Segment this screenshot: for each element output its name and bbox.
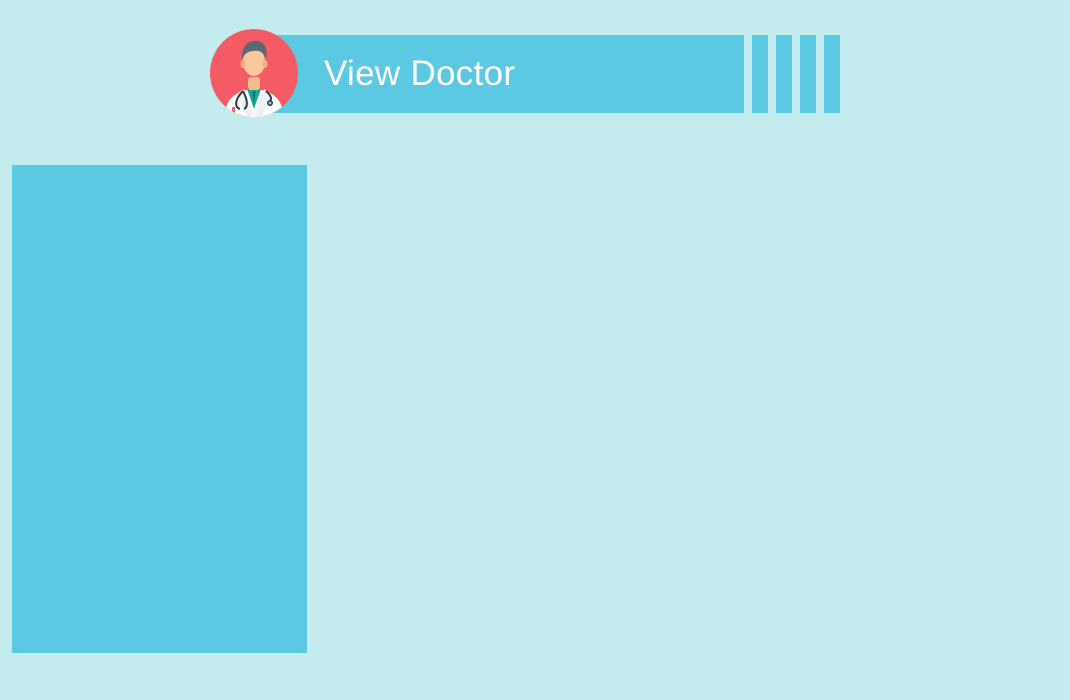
side-panel [12, 165, 307, 653]
header-stripe [800, 35, 816, 113]
header-stripe [824, 35, 840, 113]
header-stripe [752, 35, 768, 113]
page-title: View Doctor [324, 54, 516, 93]
header-stripe [776, 35, 792, 113]
doctor-avatar-icon [210, 29, 298, 117]
